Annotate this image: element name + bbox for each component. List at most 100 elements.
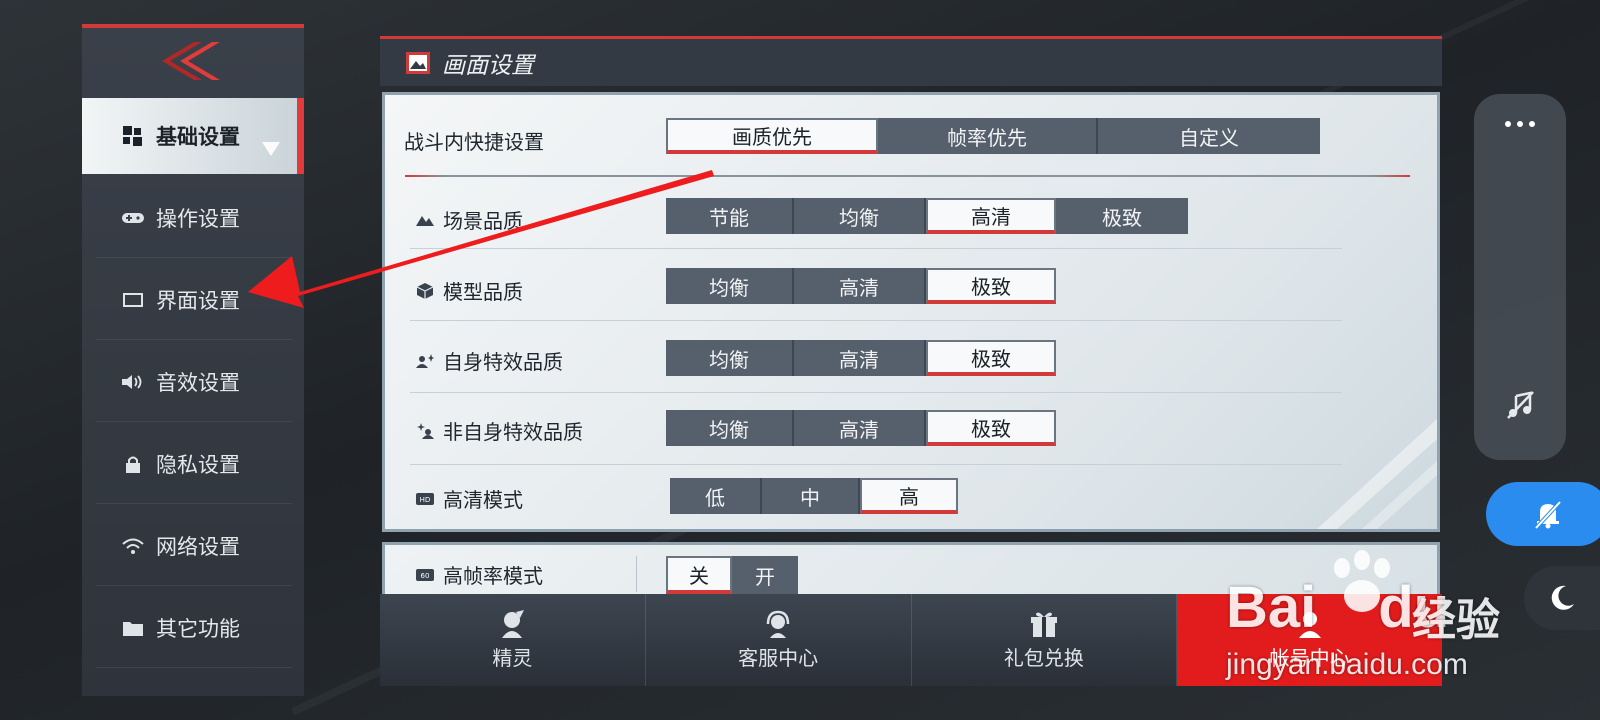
row-divider	[410, 464, 1342, 465]
page-title: 画面设置	[442, 52, 534, 79]
row-label-text: 战斗内快捷设置	[404, 130, 544, 154]
headset-icon	[766, 610, 790, 638]
back-chevron-icon	[162, 42, 220, 80]
night-mode-button[interactable]	[1524, 566, 1600, 630]
model-option-hd[interactable]: 高清	[794, 268, 926, 304]
wifi-icon	[122, 535, 144, 557]
row-label-text: 自身特效品质	[443, 350, 563, 374]
fps-option-on[interactable]: 开	[732, 556, 798, 594]
sidebar-item-audio[interactable]: 音效设置	[96, 342, 292, 422]
quick-option-custom[interactable]: 自定义	[1098, 118, 1320, 154]
scene-option-hd[interactable]: 高清	[926, 198, 1056, 234]
svg-text:HD: HD	[420, 496, 431, 504]
speaker-icon	[122, 371, 144, 393]
music-off-icon	[1507, 391, 1534, 419]
fps60-icon: 60	[416, 567, 434, 583]
sidebar-item-network[interactable]: 网络设置	[96, 506, 292, 586]
sidebar-item-basic[interactable]: 基础设置	[82, 98, 304, 174]
account-center-button[interactable]: 帐号中心	[1177, 594, 1442, 686]
self-effect-option-balanced[interactable]: 均衡	[666, 340, 794, 376]
model-quality-selector: 均衡 高清 极致	[666, 268, 1056, 304]
sidebar-item-interface[interactable]: 界面设置	[96, 260, 292, 340]
bottom-bar: 精灵 客服中心 礼包兑换 帐号中心	[380, 594, 1442, 686]
row-label-text: 高清模式	[443, 488, 523, 512]
dropdown-triangle-icon	[262, 142, 280, 156]
bottom-bar-label: 精灵	[492, 645, 533, 670]
fps-option-off[interactable]: 关	[666, 556, 732, 594]
row-label-text: 非自身特效品质	[443, 420, 583, 444]
hd-option-high[interactable]: 高	[860, 478, 958, 514]
gift-icon	[1030, 612, 1057, 637]
row-divider	[410, 248, 1342, 249]
model-option-ultra[interactable]: 极致	[926, 268, 1056, 304]
sidebar-item-label: 隐私设置	[156, 452, 240, 477]
sprite-button[interactable]: 精灵	[380, 594, 646, 686]
section-divider	[405, 175, 1410, 177]
bottom-bar-label: 帐号中心	[1269, 645, 1350, 670]
more-dots-icon	[1505, 121, 1535, 127]
picture-icon	[406, 51, 430, 74]
other-effect-icon	[416, 422, 434, 439]
self-effect-quality-label: 自身特效品质	[416, 346, 563, 375]
lock-icon	[122, 453, 144, 475]
more-button[interactable]	[1490, 104, 1550, 144]
row-label-text: 场景品质	[443, 209, 523, 233]
scene-quality-label: 场景品质	[416, 205, 523, 234]
hd-mode-selector: 低 中 高	[670, 478, 958, 514]
other-effect-option-hd[interactable]: 高清	[794, 410, 926, 446]
sidebar-item-privacy[interactable]: 隐私设置	[96, 424, 292, 504]
sidebar-item-label: 音效设置	[156, 370, 240, 395]
gamepad-icon	[122, 207, 144, 229]
other-effect-option-balanced[interactable]: 均衡	[666, 410, 794, 446]
moon-icon	[1551, 585, 1574, 610]
grid-blocks-icon	[122, 125, 144, 147]
scene-option-balanced[interactable]: 均衡	[794, 198, 926, 234]
self-effect-icon	[416, 353, 434, 369]
model-quality-label: 模型品质	[416, 276, 523, 305]
cube-icon	[416, 282, 434, 299]
scene-option-power-save[interactable]: 节能	[666, 198, 794, 234]
row-divider-vertical	[636, 556, 637, 592]
back-button[interactable]	[82, 28, 304, 94]
notification-mute-button[interactable]	[1486, 482, 1600, 546]
bottom-bar-label: 客服中心	[738, 645, 819, 670]
hd-mode-label: HD 高清模式	[416, 484, 523, 513]
customer-service-button[interactable]: 客服中心	[646, 594, 912, 686]
gift-redeem-button[interactable]: 礼包兑换	[912, 594, 1178, 686]
quick-option-framerate[interactable]: 帧率优先	[878, 118, 1098, 154]
hd-option-medium[interactable]: 中	[762, 478, 860, 514]
row-label-text: 模型品质	[443, 280, 523, 304]
floating-control-panel	[1474, 94, 1566, 460]
row-divider	[410, 320, 1342, 321]
self-effect-option-hd[interactable]: 高清	[794, 340, 926, 376]
sidebar-item-other[interactable]: 其它功能	[96, 588, 292, 668]
sidebar-item-label: 基础设置	[156, 125, 240, 149]
hd-option-low[interactable]: 低	[670, 478, 762, 514]
account-icon	[1298, 611, 1321, 638]
panel-header: 画面设置	[380, 36, 1442, 86]
scene-option-ultra[interactable]: 极致	[1056, 198, 1188, 234]
model-option-balanced[interactable]: 均衡	[666, 268, 794, 304]
row-label-text: 高帧率模式	[443, 564, 543, 588]
folder-icon	[122, 617, 144, 639]
high-fps-mode-selector: 关 开	[666, 556, 798, 594]
hd-icon: HD	[416, 491, 434, 507]
other-effect-option-ultra[interactable]: 极致	[926, 410, 1056, 446]
music-toggle-button[interactable]	[1490, 380, 1550, 430]
quick-settings-label: 战斗内快捷设置	[404, 126, 544, 155]
sidebar-item-controls[interactable]: 操作设置	[96, 178, 292, 258]
self-effect-quality-selector: 均衡 高清 极致	[666, 340, 1056, 376]
row-divider	[410, 392, 1342, 393]
mountain-icon	[416, 212, 434, 228]
sidebar-item-label: 其它功能	[156, 616, 240, 641]
bell-off-icon	[1534, 500, 1562, 530]
other-effect-quality-selector: 均衡 高清 极致	[666, 410, 1056, 446]
quick-option-quality[interactable]: 画质优先	[666, 118, 878, 154]
other-effect-quality-label: 非自身特效品质	[416, 416, 583, 445]
self-effect-option-ultra[interactable]: 极致	[926, 340, 1056, 376]
high-fps-mode-label: 60 高帧率模式	[416, 560, 543, 589]
settings-panel-body	[382, 92, 1440, 532]
quick-settings-selector: 画质优先 帧率优先 自定义	[666, 118, 1320, 154]
sprite-icon	[502, 609, 525, 638]
screen-rect-icon	[122, 289, 144, 311]
